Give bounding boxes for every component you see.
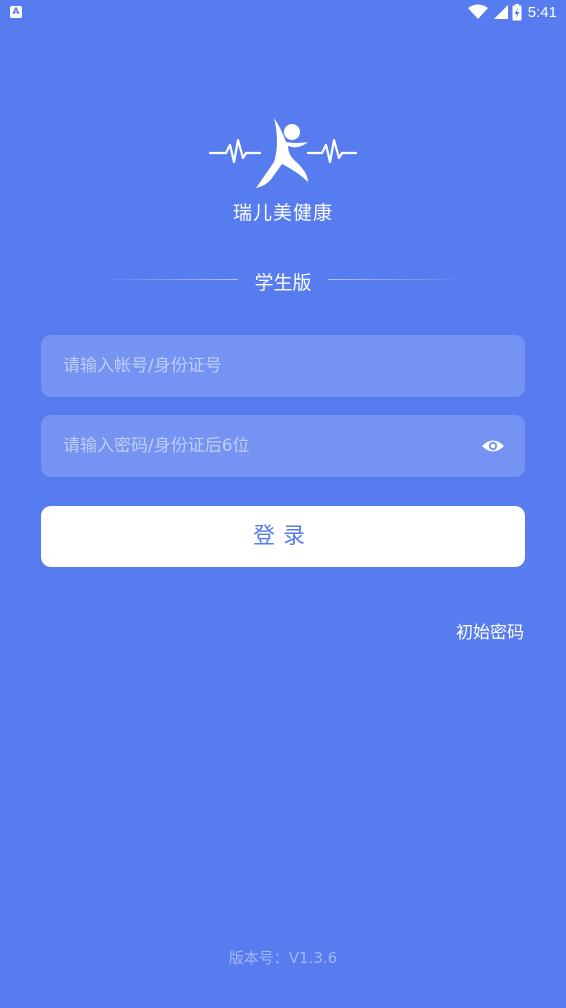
- battery-icon: [512, 3, 522, 20]
- cellular-signal-icon: [493, 5, 508, 19]
- show-password-eye-icon[interactable]: [481, 437, 505, 455]
- divider-line-right: [328, 279, 468, 280]
- app-logo-icon: [208, 118, 358, 188]
- wifi-icon: [467, 4, 488, 19]
- edition-label: 学生版: [254, 272, 312, 294]
- notification-icon: A: [10, 6, 22, 18]
- account-input[interactable]: [41, 335, 525, 397]
- password-input[interactable]: [41, 415, 525, 477]
- version-label: 版本号：V1.3.6: [228, 949, 338, 967]
- edition-divider: 学生版: [0, 264, 566, 296]
- password-field: [41, 415, 525, 477]
- account-field: [41, 335, 525, 397]
- initial-password-link[interactable]: 初始密码: [456, 618, 524, 643]
- status-time: 5:41: [527, 3, 557, 21]
- login-button[interactable]: 登录: [41, 506, 525, 567]
- app-name: 瑞儿美健康: [232, 202, 333, 224]
- status-bar: A 5:41: [0, 0, 566, 24]
- status-indicators: 5:41: [467, 3, 557, 21]
